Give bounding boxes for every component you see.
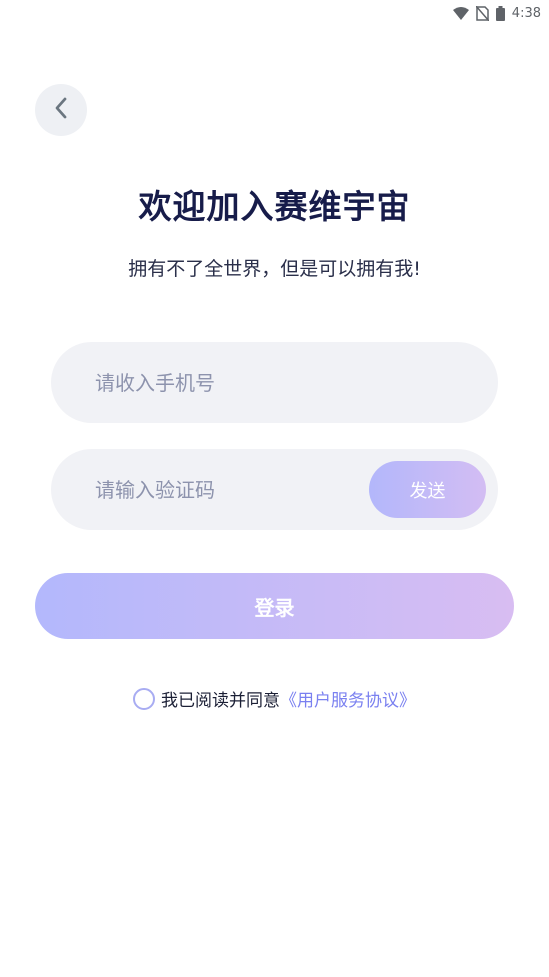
agreement-text: 我已阅读并同意: [161, 691, 280, 711]
login-button[interactable]: 登录: [35, 573, 514, 639]
battery-icon: [495, 5, 505, 21]
agreement-checkbox[interactable]: [133, 687, 155, 710]
status-time: 4:38: [511, 5, 541, 21]
no-sim-icon: [475, 5, 489, 21]
phone-field: [51, 342, 498, 423]
back-button[interactable]: [35, 84, 87, 136]
code-field: 发送: [51, 449, 498, 530]
verification-code-input[interactable]: [95, 449, 375, 530]
send-code-button[interactable]: 发送: [369, 461, 486, 518]
page-title: 欢迎加入赛维宇宙: [138, 187, 411, 226]
phone-input[interactable]: [95, 342, 475, 423]
status-bar: 4:38: [0, 0, 549, 26]
agreement-row: 我已阅读并同意 《用户服务协议》: [0, 686, 549, 711]
chevron-left-icon: [54, 97, 68, 123]
wifi-icon: [452, 6, 469, 20]
user-agreement-link[interactable]: 《用户服务协议》: [280, 686, 416, 711]
page-subtitle: 拥有不了全世界，但是可以拥有我!: [128, 258, 421, 280]
